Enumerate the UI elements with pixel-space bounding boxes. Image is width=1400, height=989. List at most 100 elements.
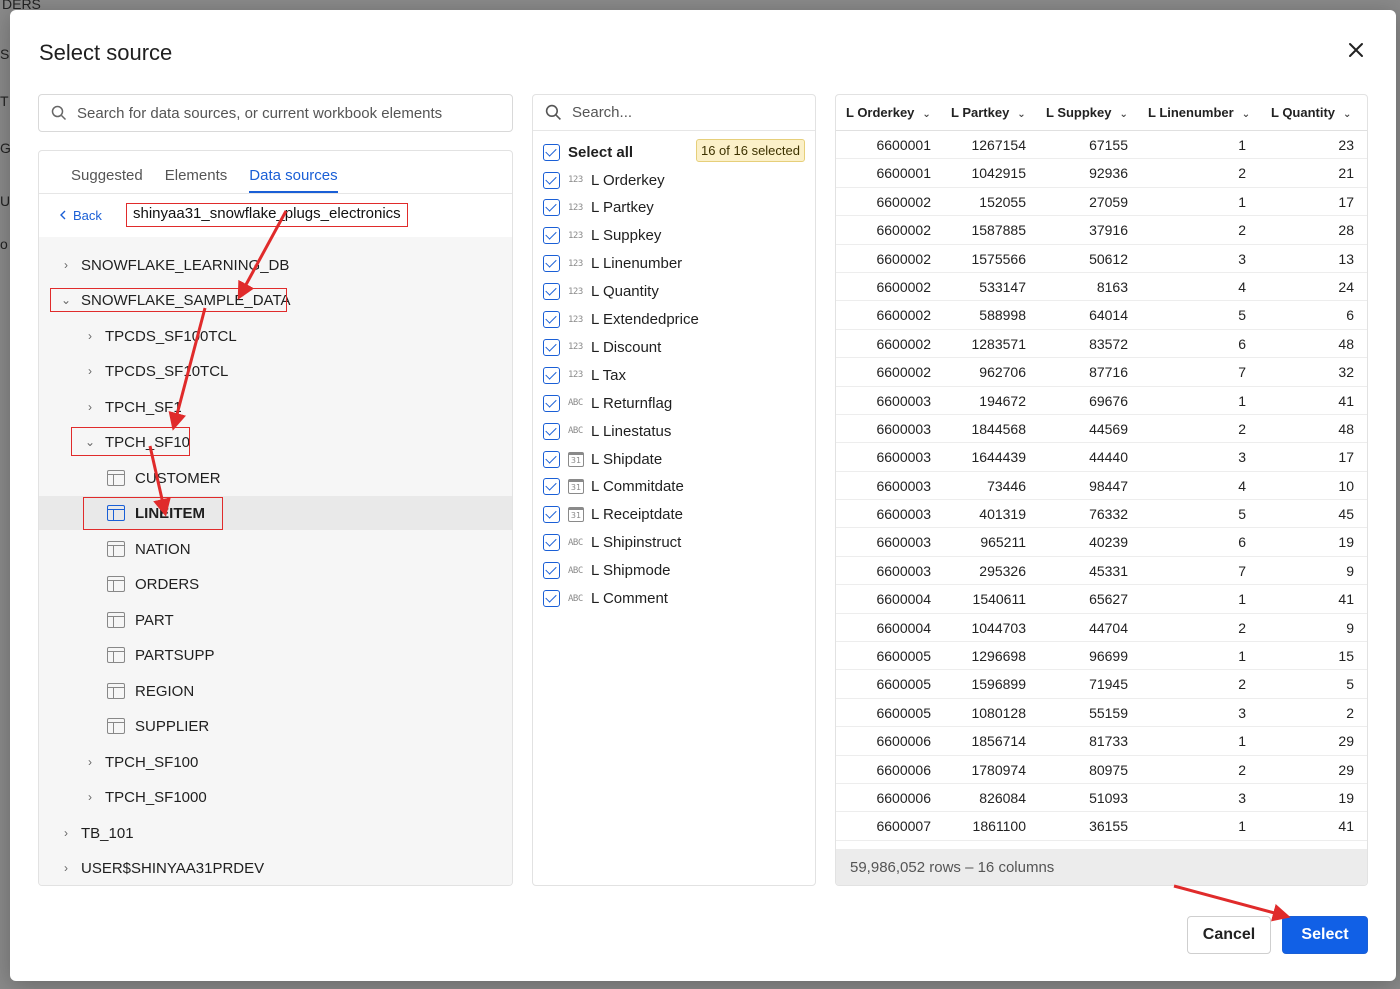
column-checkbox-row[interactable]: 123 L Linenumber [543, 250, 682, 278]
table-row: 6600004 1540611 65627 1 41 [836, 585, 1367, 614]
tree-item-label: SNOWFLAKE_SAMPLE_DATA [81, 291, 291, 309]
table-cell: 6600002 [876, 250, 931, 267]
column-checkbox-row[interactable]: 31 L Commitdate [543, 473, 684, 501]
column-checkbox-row[interactable]: ABC L Returnflag [543, 389, 672, 417]
text-type-icon: ABC [568, 426, 583, 437]
chevron-down-icon: ⌄ [60, 293, 72, 307]
close-button[interactable] [1344, 38, 1368, 62]
table-cell: 5 [1238, 307, 1246, 324]
tree-item-label: REGION [135, 682, 195, 700]
date-type-icon: 31 [568, 451, 584, 467]
tree-item-schema[interactable]: › TPCH_SF100 [83, 745, 198, 779]
number-type-icon: 123 [568, 286, 583, 297]
tree-item-schema[interactable]: › TPCH_SF1000 [83, 780, 207, 814]
column-search-input[interactable] [572, 104, 792, 121]
tree-item-table[interactable]: PART [107, 603, 174, 637]
column-checkbox-row[interactable]: 123 L Discount [543, 333, 661, 361]
tab-elements[interactable]: Elements [165, 167, 228, 193]
tab-suggested[interactable]: Suggested [71, 167, 143, 193]
column-header-orderkey[interactable]: L Orderkey ⌄ [846, 105, 931, 120]
column-checkbox-row[interactable]: 123 L Orderkey [543, 166, 665, 194]
column-checkbox-row[interactable]: 123 L Partkey [543, 194, 654, 222]
select-all-checkbox[interactable]: Select all [543, 138, 633, 166]
select-source-dialog: Select source Suggested Elements Data so… [10, 10, 1396, 981]
data-source-tree: › SNOWFLAKE_LEARNING_DB ⌄ SNOWFLAKE_SAMPLE… [39, 237, 512, 885]
tree-item-schema[interactable]: ⌄ TPCH_SF10 [83, 425, 190, 459]
number-type-icon: 123 [568, 342, 583, 353]
tree-item-table[interactable]: REGION [107, 674, 194, 708]
column-label: L Suppkey [591, 227, 662, 245]
column-search[interactable] [533, 95, 815, 131]
table-cell: 1587885 [971, 222, 1026, 239]
checkbox-checked-icon [543, 366, 560, 384]
tab-data-sources[interactable]: Data sources [249, 167, 338, 193]
back-label: Back [73, 207, 102, 223]
column-checkbox-row[interactable]: 123 L Tax [543, 361, 626, 389]
column-header-partkey[interactable]: L Partkey ⌄ [951, 105, 1026, 120]
column-header-quantity[interactable]: L Quantity ⌄ [1271, 105, 1351, 120]
tree-item-table[interactable]: CUSTOMER [107, 461, 221, 495]
table-cell: 69676 [1089, 392, 1128, 409]
table-cell: 1 [1238, 392, 1246, 409]
tree-item-table[interactable]: ORDERS [107, 567, 199, 601]
table-cell: 3 [1238, 789, 1246, 806]
source-search-input[interactable] [77, 104, 497, 122]
column-checkbox-row[interactable]: ABC L Linestatus [543, 417, 671, 445]
column-checkbox-row[interactable]: ABC L Shipinstruct [543, 529, 681, 557]
header-label: L Suppkey [1046, 105, 1112, 120]
table-cell: 2 [1238, 420, 1246, 437]
tree-item-table[interactable]: SUPPLIER [107, 709, 209, 743]
cancel-button[interactable]: Cancel [1187, 916, 1271, 954]
back-button[interactable]: Back [59, 208, 102, 223]
column-checkbox-row[interactable]: ABC L Shipmode [543, 557, 671, 585]
table-row: 6600003 965211 40239 6 19 [836, 528, 1367, 557]
source-search[interactable] [38, 94, 513, 132]
column-header-suppkey[interactable]: L Suppkey ⌄ [1046, 105, 1128, 120]
tree-item-table[interactable]: PARTSUPP [107, 638, 214, 672]
column-header-linenumber[interactable]: L Linenumber ⌄ [1148, 105, 1250, 120]
column-checkbox-row[interactable]: ABC L Comment [543, 585, 668, 613]
table-cell: 71945 [1089, 676, 1128, 693]
table-cell: 29 [1338, 761, 1354, 778]
date-type-icon: 31 [568, 479, 584, 495]
table-cell: 1 [1238, 733, 1246, 750]
tree-item-label: TPCH_SF1 [105, 398, 182, 416]
table-cell: 6600006 [876, 761, 931, 778]
table-cell: 6600003 [876, 420, 931, 437]
table-cell: 6600003 [876, 506, 931, 523]
table-cell: 1080128 [971, 704, 1026, 721]
tree-item-table[interactable]: NATION [107, 532, 191, 566]
checkbox-checked-icon [543, 143, 560, 161]
table-cell: 588998 [979, 307, 1026, 324]
date-type-icon: 31 [568, 507, 584, 523]
column-checkbox-row[interactable]: 31 L Receiptdate [543, 501, 683, 529]
column-checkbox-row[interactable]: 123 L Extendedprice [543, 306, 699, 334]
column-label: L Comment [591, 590, 668, 607]
column-label: L Discount [591, 338, 662, 356]
table-cell: 6600007 [876, 818, 931, 835]
column-checkbox-row[interactable]: 123 L Suppkey [543, 222, 661, 250]
table-cell: 4 [1238, 477, 1246, 494]
tree-item-db[interactable]: ⌄ SNOWFLAKE_SAMPLE_DATA [59, 283, 291, 317]
column-checkbox-row[interactable]: 123 L Quantity [543, 278, 659, 306]
tree-item-db[interactable]: › USER$SHINYAA31PRDEV [59, 851, 264, 885]
preview-body: 6600001 1267154 67155 1 23 6600001 1042915 9293… [836, 131, 1367, 851]
table-cell: 6600003 [876, 562, 931, 579]
select-button[interactable]: Select [1282, 916, 1368, 954]
table-cell: 23 [1338, 137, 1354, 153]
table-cell: 2 [1238, 761, 1246, 778]
tree-item-table-selected[interactable]: LINEITEM [39, 496, 512, 530]
tree-item-schema[interactable]: › TPCDS_SF10TCL [83, 354, 228, 388]
tree-item-db[interactable]: › SNOWFLAKE_LEARNING_DB [59, 248, 289, 282]
table-cell: 1 [1238, 591, 1246, 608]
table-icon [107, 576, 125, 592]
tree-item-db[interactable]: › TB_101 [59, 816, 134, 850]
column-checkbox-row[interactable]: 31 L Shipdate [543, 445, 662, 473]
table-cell: 4 [1238, 278, 1246, 295]
tree-item-schema[interactable]: › TPCDS_SF100TCL [83, 319, 237, 353]
tree-item-label: PARTSUPP [135, 646, 215, 664]
table-row: 6600004 1044703 44704 2 9 [836, 614, 1367, 643]
tree-item-schema[interactable]: › TPCH_SF1 [83, 390, 182, 424]
table-cell: 2 [1238, 165, 1246, 182]
table-cell: 7 [1238, 364, 1246, 381]
